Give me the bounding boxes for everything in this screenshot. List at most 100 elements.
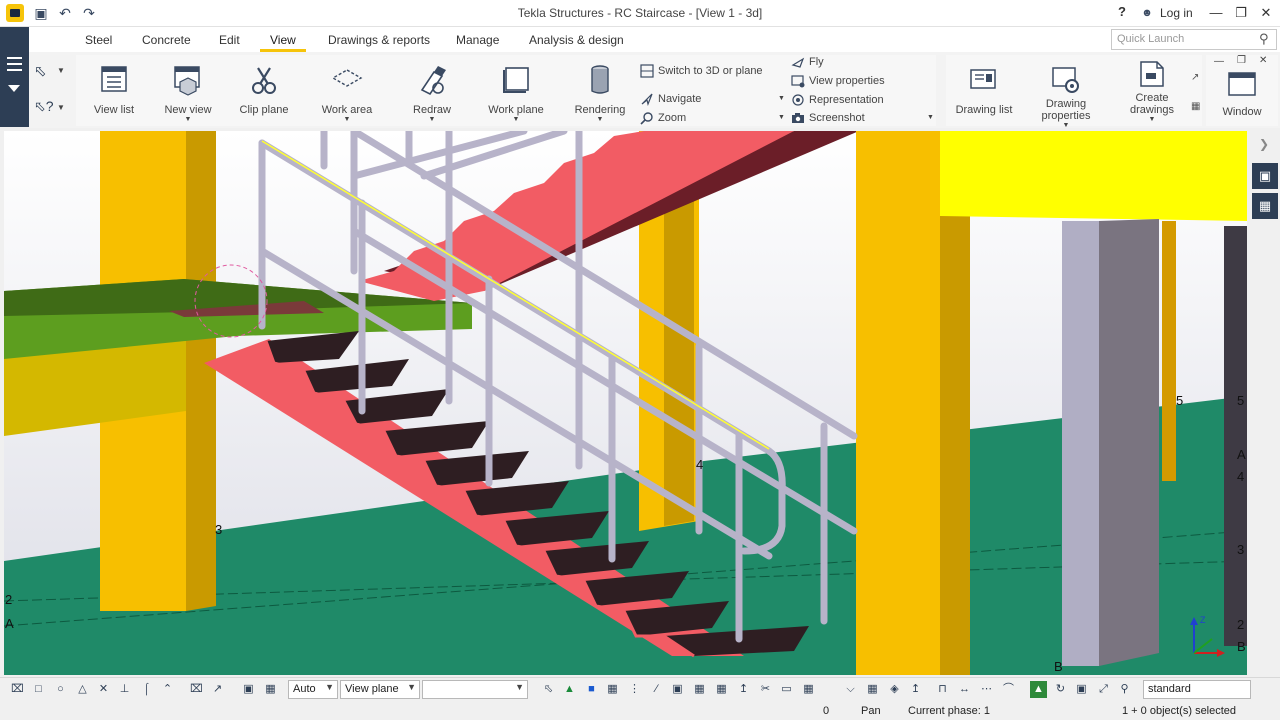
select-grid-lines-icon[interactable]: ▦	[713, 681, 730, 698]
create-drawings-button[interactable]: Create drawings ▼	[1122, 56, 1182, 123]
snap-box-x-icon[interactable]: ⌧	[9, 681, 26, 698]
view-list-button[interactable]: View list	[86, 62, 142, 116]
select-objects-icon[interactable]: ▣	[669, 681, 686, 698]
select-all-icon[interactable]: ⬁	[540, 681, 557, 698]
select-assemblies-icon[interactable]: ⌵	[842, 681, 859, 698]
filter-select[interactable]: ▼	[422, 680, 528, 699]
new-view-button[interactable]: New view ▼	[160, 62, 216, 123]
close-button[interactable]: ✕	[1253, 3, 1279, 23]
snap-dropdown-icon[interactable]: ▼	[57, 103, 65, 112]
select-bolts-icon[interactable]: ▦	[864, 681, 881, 698]
select-layers-icon[interactable]: ◈	[886, 681, 903, 698]
work-plane-button[interactable]: Work plane ▼	[486, 62, 546, 123]
view-properties-button[interactable]: View properties	[791, 74, 885, 88]
status-phase[interactable]: Current phase: 1	[908, 705, 990, 717]
snap-square-icon[interactable]: □	[30, 681, 47, 698]
redraw-button[interactable]: Redraw ▼	[404, 62, 460, 123]
work-area-button[interactable]: Work area ▼	[314, 62, 380, 123]
staircase-model-canvas[interactable]: 3 2 A 4 5 5 A 4 3 2 B B Z	[4, 131, 1247, 675]
applications-icon[interactable]: ▦	[1252, 193, 1278, 219]
window-close-icon[interactable]: ✕	[1259, 55, 1267, 66]
tab-analysis-design[interactable]: Analysis & design	[529, 33, 624, 47]
snap-x-icon[interactable]: ⌧	[188, 681, 205, 698]
select-unknown-icon[interactable]: ↥	[907, 681, 924, 698]
menu-arrow-icon[interactable]	[8, 85, 20, 92]
window-button[interactable]: Window	[1213, 68, 1271, 118]
snap-bracket-icon[interactable]: ⊓	[934, 681, 951, 698]
status-selection: 1 + 0 object(s) selected	[1122, 705, 1237, 717]
maximize-button[interactable]: ❐	[1228, 3, 1254, 23]
zoom-dropdown-icon[interactable]: ▼	[778, 114, 785, 121]
select-components-icon[interactable]: ▦	[800, 681, 817, 698]
grid-label-5-mid: 5	[1176, 393, 1183, 408]
snap-dots-icon[interactable]: ⋯	[978, 681, 995, 698]
representation-button[interactable]: Representation	[791, 93, 884, 107]
snap-tool-icon[interactable]: ⬁?	[34, 98, 54, 115]
snap-nearest-icon[interactable]: ⌃	[159, 681, 176, 698]
expand-icon[interactable]: ⤢	[1095, 681, 1112, 698]
minimize-button[interactable]: —	[1203, 3, 1229, 23]
zoom-label: Zoom	[658, 112, 687, 124]
user-icon[interactable]: ☻	[1138, 4, 1156, 22]
drawing-properties-button[interactable]: Drawing properties ▼	[1034, 62, 1098, 129]
quick-launch-input[interactable]: Quick Launch	[1111, 29, 1277, 50]
tab-edit[interactable]: Edit	[219, 33, 240, 47]
snap-cross-icon[interactable]: ✕	[95, 681, 112, 698]
select-surfaces-icon[interactable]: ■	[583, 681, 600, 698]
navigate-dropdown-icon[interactable]: ▼	[778, 95, 785, 102]
select-parts-icon[interactable]: ▲	[561, 681, 578, 698]
snap-middle-icon[interactable]: ▣	[240, 681, 257, 698]
rotate-icon[interactable]: ↻	[1052, 681, 1069, 698]
snap-perpendicular-icon[interactable]: ⊥	[116, 681, 133, 698]
settings-standard-field[interactable]: standard	[1143, 680, 1251, 699]
select-reinforcement-icon[interactable]: ↥	[735, 681, 752, 698]
snap-triangle-icon[interactable]: △	[74, 681, 91, 698]
select-grid-icon[interactable]: ⋮	[626, 681, 643, 698]
window-restore-icon[interactable]: ❐	[1237, 55, 1246, 66]
select-welds-icon[interactable]: ▦	[604, 681, 621, 698]
window-minimize-icon[interactable]: —	[1214, 56, 1224, 67]
drawing-properties-label-2: properties	[1041, 110, 1091, 122]
tab-concrete[interactable]: Concrete	[142, 33, 191, 47]
tab-view[interactable]: View	[270, 33, 296, 47]
snap-free-icon[interactable]: ↗	[209, 681, 226, 698]
snap-arc-icon[interactable]: ⌒	[1000, 681, 1017, 698]
more-tools-icon[interactable]: ↗	[1191, 72, 1199, 83]
select-views-icon[interactable]: ▭	[778, 681, 795, 698]
pointer-dropdown-icon[interactable]: ▼	[57, 66, 65, 75]
search-icon[interactable]: ⚲	[1259, 31, 1269, 47]
model-object-icon[interactable]: ▣	[1252, 163, 1278, 189]
pan-active-icon[interactable]: ▲	[1030, 681, 1047, 698]
zoom-icon[interactable]: ⚲	[1116, 681, 1133, 698]
snap-circle-icon[interactable]: ○	[52, 681, 69, 698]
screenshot-button[interactable]: Screenshot	[791, 111, 865, 125]
help-icon[interactable]: ?	[1118, 4, 1126, 19]
fit-icon[interactable]: ▣	[1073, 681, 1090, 698]
plane-select[interactable]: View plane ▼	[340, 680, 420, 699]
tab-steel[interactable]: Steel	[85, 33, 112, 47]
screenshot-dropdown-icon[interactable]: ▼	[927, 114, 934, 121]
select-pointer-icon[interactable]: ⬁	[34, 62, 47, 80]
new-view-label: New view	[164, 104, 212, 116]
more-tools-2-icon[interactable]: ▦	[1191, 101, 1200, 112]
select-points-icon[interactable]: ▦	[691, 681, 708, 698]
select-lines-icon[interactable]: ∕	[648, 681, 665, 698]
drawing-list-button[interactable]: Drawing list	[952, 62, 1016, 116]
snap-depth-select[interactable]: Auto ▼	[288, 680, 338, 699]
select-cuts-icon[interactable]: ✂	[757, 681, 774, 698]
hamburger-menu-icon[interactable]	[7, 57, 22, 75]
tab-manage[interactable]: Manage	[456, 33, 499, 47]
snap-line-icon[interactable]: ⌠	[138, 681, 155, 698]
panel-collapse-icon[interactable]: ❯	[1259, 137, 1269, 151]
snap-edge-icon[interactable]: ▦	[262, 681, 279, 698]
zoom-button[interactable]: Zoom	[640, 111, 686, 125]
login-link[interactable]: Log in	[1160, 6, 1193, 20]
model-viewport-3d[interactable]: 3 2 A 4 5 5 A 4 3 2 B B Z	[4, 131, 1247, 675]
rendering-button[interactable]: Rendering ▼	[570, 62, 630, 123]
snap-arrow-icon[interactable]: ↔	[956, 681, 973, 698]
tab-drawings-reports[interactable]: Drawings & reports	[328, 33, 430, 47]
switch-3d-button[interactable]: Switch to 3D or plane	[640, 64, 763, 78]
navigate-button[interactable]: Navigate	[640, 92, 701, 106]
clip-plane-button[interactable]: Clip plane	[234, 62, 294, 116]
fly-button[interactable]: Fly	[791, 55, 824, 69]
